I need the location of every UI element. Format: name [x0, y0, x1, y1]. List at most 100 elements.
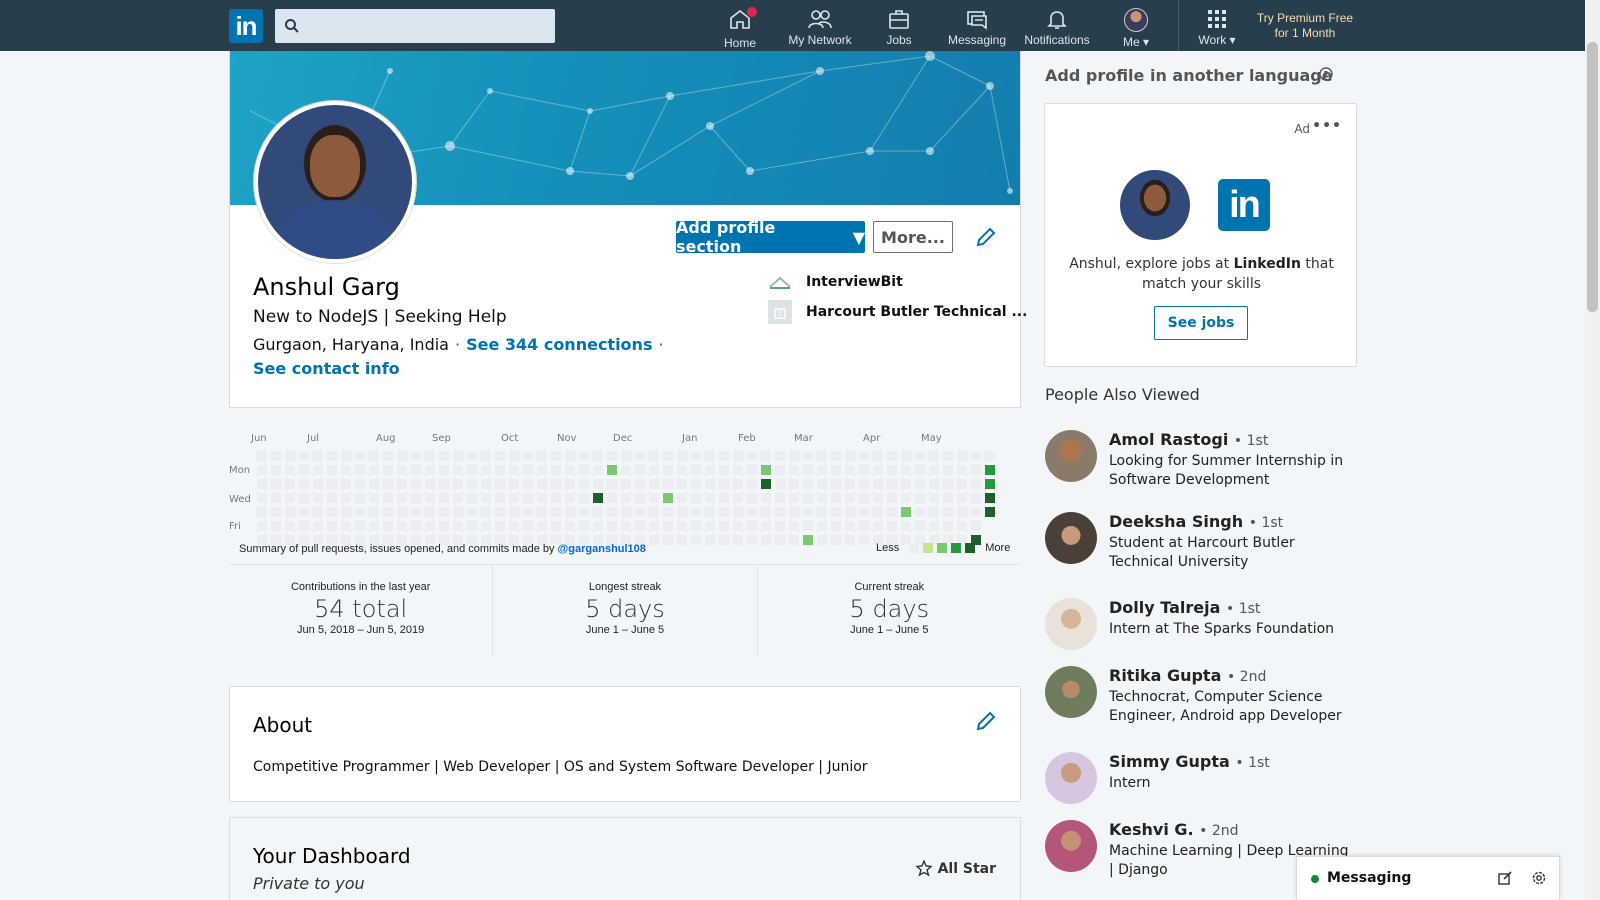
contribution-cell[interactable]	[467, 479, 477, 489]
contribution-cell[interactable]	[705, 507, 715, 517]
contribution-cell[interactable]	[509, 507, 519, 517]
contribution-cell[interactable]	[439, 493, 449, 503]
contribution-cell[interactable]	[663, 521, 673, 531]
contribution-cell[interactable]	[831, 465, 841, 475]
contribution-cell[interactable]	[733, 465, 743, 475]
contribution-cell[interactable]	[565, 507, 575, 517]
contribution-cell[interactable]	[579, 521, 589, 531]
contribution-cell[interactable]	[649, 535, 659, 545]
contribution-cell[interactable]	[859, 451, 869, 461]
contribution-cell[interactable]	[957, 521, 967, 531]
contribution-cell[interactable]	[761, 493, 771, 503]
contribution-cell[interactable]	[929, 465, 939, 475]
contribution-cell[interactable]	[747, 521, 757, 531]
contribution-cell[interactable]	[593, 465, 603, 475]
contribution-cell[interactable]	[271, 493, 281, 503]
contribution-cell[interactable]	[915, 451, 925, 461]
all-star-badge[interactable]: All Star	[915, 860, 996, 878]
contribution-cell[interactable]	[593, 507, 603, 517]
contribution-cell[interactable]	[957, 465, 967, 475]
contribution-cell[interactable]	[859, 521, 869, 531]
contribution-cell[interactable]	[775, 535, 785, 545]
contribution-cell[interactable]	[593, 479, 603, 489]
linkedin-logo[interactable]: in	[229, 9, 263, 43]
messaging-overlay-bar[interactable]: Messaging	[1296, 856, 1560, 900]
contribution-cell[interactable]	[677, 451, 687, 461]
contribution-cell[interactable]	[341, 493, 351, 503]
contribution-cell[interactable]	[901, 493, 911, 503]
contribution-cell[interactable]	[733, 521, 743, 531]
contribution-cell[interactable]	[551, 465, 561, 475]
contribution-cell[interactable]	[971, 507, 981, 517]
contribution-cell[interactable]	[369, 479, 379, 489]
contribution-cell[interactable]	[607, 451, 617, 461]
contribution-cell[interactable]	[453, 493, 463, 503]
nav-work[interactable]: Work ▾	[1193, 8, 1241, 48]
contribution-cell[interactable]	[803, 479, 813, 489]
contribution-cell[interactable]	[803, 521, 813, 531]
contribution-cell[interactable]	[705, 493, 715, 503]
contribution-cell[interactable]	[831, 521, 841, 531]
contribution-cell[interactable]	[481, 521, 491, 531]
contribution-cell[interactable]	[887, 521, 897, 531]
contribution-cell[interactable]	[509, 465, 519, 475]
contribution-cell[interactable]	[341, 451, 351, 461]
contribution-cell[interactable]	[887, 479, 897, 489]
contribution-cell[interactable]	[593, 493, 603, 503]
nav-my-network[interactable]: My Network	[780, 8, 860, 48]
contribution-cell[interactable]	[985, 451, 995, 461]
github-handle-link[interactable]: @garganshul108	[558, 543, 646, 555]
contribution-cell[interactable]	[607, 521, 617, 531]
contribution-cell[interactable]	[579, 451, 589, 461]
nav-jobs[interactable]: Jobs	[877, 8, 921, 48]
contribution-cell[interactable]	[649, 507, 659, 517]
contribution-cell[interactable]	[453, 507, 463, 517]
contribution-cell[interactable]	[341, 507, 351, 517]
contribution-cell[interactable]	[537, 465, 547, 475]
contribution-cell[interactable]	[565, 479, 575, 489]
contribution-cell[interactable]	[271, 465, 281, 475]
contribution-cell[interactable]	[369, 507, 379, 517]
contribution-cell[interactable]	[761, 535, 771, 545]
nav-messaging[interactable]: Messaging	[946, 8, 1008, 48]
see-jobs-button[interactable]: See jobs	[1154, 306, 1248, 340]
contribution-cell[interactable]	[635, 493, 645, 503]
contribution-cell[interactable]	[481, 465, 491, 475]
contribution-cell[interactable]	[495, 493, 505, 503]
contribution-cell[interactable]	[565, 521, 575, 531]
contribution-cell[interactable]	[495, 479, 505, 489]
contribution-cell[interactable]	[761, 521, 771, 531]
contribution-cell[interactable]	[467, 521, 477, 531]
contribution-cell[interactable]	[355, 493, 365, 503]
contribution-cell[interactable]	[831, 535, 841, 545]
contribution-cell[interactable]	[523, 521, 533, 531]
contribution-cell[interactable]	[845, 535, 855, 545]
contribution-cell[interactable]	[551, 493, 561, 503]
contribution-cell[interactable]	[789, 507, 799, 517]
contribution-cell[interactable]	[579, 507, 589, 517]
contribution-cell[interactable]	[397, 465, 407, 475]
contribution-cell[interactable]	[901, 507, 911, 517]
contribution-cell[interactable]	[901, 479, 911, 489]
contribution-cell[interactable]	[915, 521, 925, 531]
contribution-cell[interactable]	[593, 451, 603, 461]
contribution-cell[interactable]	[691, 535, 701, 545]
contribution-cell[interactable]	[285, 465, 295, 475]
contribution-cell[interactable]	[411, 479, 421, 489]
contribution-cell[interactable]	[775, 465, 785, 475]
contribution-cell[interactable]	[831, 493, 841, 503]
contribution-cell[interactable]	[383, 507, 393, 517]
contribution-cell[interactable]	[313, 465, 323, 475]
contribution-cell[interactable]	[257, 521, 267, 531]
contribution-cell[interactable]	[383, 479, 393, 489]
contribution-cell[interactable]	[579, 479, 589, 489]
contribution-cell[interactable]	[523, 479, 533, 489]
contribution-cell[interactable]	[887, 493, 897, 503]
contribution-cell[interactable]	[551, 479, 561, 489]
contribution-cell[interactable]	[439, 465, 449, 475]
contribution-cell[interactable]	[719, 535, 729, 545]
contribution-cell[interactable]	[551, 507, 561, 517]
contribution-cell[interactable]	[817, 521, 827, 531]
contribution-cell[interactable]	[719, 507, 729, 517]
contribution-cell[interactable]	[929, 451, 939, 461]
